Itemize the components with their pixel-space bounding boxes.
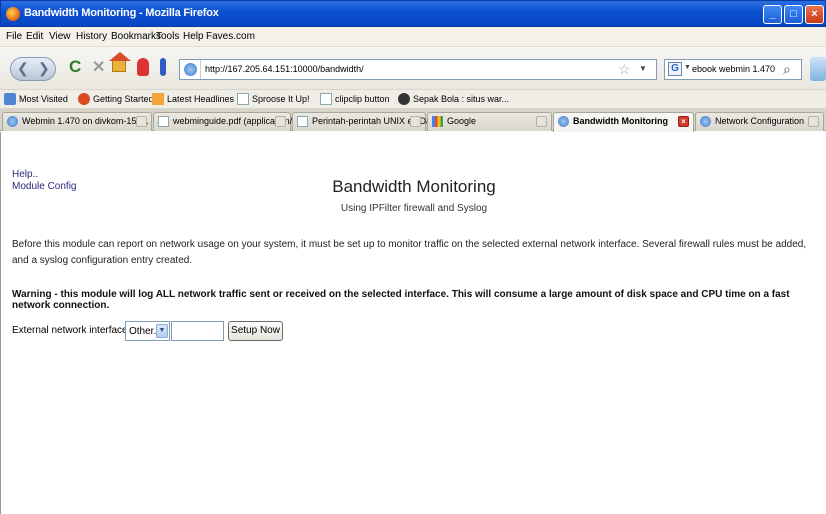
- tab-webmin[interactable]: Webmin 1.470 on divkom-151...: [2, 112, 152, 131]
- menu-view[interactable]: View: [49, 31, 71, 42]
- window-title: Bandwidth Monitoring - Mozilla Firefox: [24, 7, 219, 19]
- bookmark-star-icon[interactable]: ☆: [618, 61, 631, 78]
- tab-close-icon[interactable]: [410, 116, 421, 127]
- tab-close-icon[interactable]: [136, 116, 147, 127]
- google-icon: [432, 116, 443, 127]
- close-button[interactable]: ×: [805, 5, 824, 24]
- menu-bookmarks[interactable]: Bookmarks: [111, 31, 161, 42]
- webmin-icon: [7, 116, 18, 127]
- page-title: Bandwidth Monitoring: [332, 177, 496, 196]
- bookmarks-toolbar: Most Visited Getting Started Latest Head…: [0, 89, 826, 109]
- page-subtitle: Using IPFilter firewall and Syslog: [340, 203, 488, 214]
- page-icon: [237, 93, 249, 105]
- page-icon: [297, 116, 308, 127]
- bookmarks-folder-icon: [4, 93, 16, 105]
- navigation-toolbar: ❮ ❯ C ✕ http://167.205.64.151:10000/band…: [0, 47, 826, 89]
- reload-icon[interactable]: C: [69, 57, 81, 77]
- firefox-bookmark-icon: [78, 93, 90, 105]
- webmin-icon: [558, 116, 569, 127]
- menu-file[interactable]: File: [6, 31, 22, 42]
- menu-history[interactable]: History: [76, 31, 107, 42]
- warning-text: Warning - this module will log ALL netwo…: [12, 289, 790, 311]
- search-bar[interactable]: G ▼ ebook webmin 1.470: [664, 59, 802, 80]
- tab-close-icon[interactable]: [536, 116, 547, 127]
- search-query[interactable]: ebook webmin 1.470: [692, 64, 775, 74]
- tab-close-icon[interactable]: ×: [678, 116, 689, 127]
- interface-select-value: Other..: [129, 326, 160, 337]
- tab-label: Network Configuration: [715, 116, 805, 126]
- tab-label: Bandwidth Monitoring: [573, 116, 668, 126]
- module-description: Before this module can report on network…: [12, 239, 807, 266]
- tab-close-icon[interactable]: [275, 116, 286, 127]
- interface-text-input[interactable]: [171, 321, 224, 341]
- page-icon: [320, 93, 332, 105]
- tab-close-icon[interactable]: [808, 116, 819, 127]
- interface-select[interactable]: Other.. ▼: [125, 321, 170, 341]
- extension-icon[interactable]: [137, 58, 149, 76]
- tab-network-configuration[interactable]: Network Configuration: [695, 112, 824, 131]
- bookmark-most-visited[interactable]: Most Visited: [19, 94, 68, 104]
- url-text[interactable]: http://167.205.64.151:10000/bandwidth/: [205, 64, 364, 74]
- window-titlebar: Bandwidth Monitoring - Mozilla Firefox _…: [0, 0, 826, 27]
- tab-label: Webmin 1.470 on divkom-151...: [22, 116, 149, 126]
- soccer-ball-icon: [398, 93, 410, 105]
- menu-edit[interactable]: Edit: [26, 31, 43, 42]
- tab-perintah[interactable]: Perintah-perintah UNIX es Dasar: [292, 112, 444, 131]
- toolbar-extension-icon[interactable]: [810, 57, 826, 81]
- search-icon[interactable]: ⌕: [783, 61, 791, 78]
- menu-faves[interactable]: Faves.com: [206, 31, 255, 42]
- tab-label: Google: [447, 116, 477, 126]
- tab-webminguide[interactable]: webminguide.pdf (application/...: [153, 112, 300, 131]
- minimize-button[interactable]: _: [763, 5, 782, 24]
- bookmark-sproose[interactable]: Sproose It Up!: [252, 94, 310, 104]
- extension-icon[interactable]: [160, 58, 166, 76]
- rss-feed-icon: [152, 93, 164, 105]
- google-search-engine-icon[interactable]: G: [668, 62, 682, 76]
- forward-icon[interactable]: ❯: [38, 60, 50, 77]
- tab-strip: Webmin 1.470 on divkom-151... webminguid…: [0, 109, 826, 132]
- chevron-down-icon[interactable]: ▼: [156, 324, 168, 338]
- bookmark-latest-headlines[interactable]: Latest Headlines: [167, 94, 234, 104]
- stop-icon[interactable]: ✕: [92, 57, 105, 77]
- menu-help[interactable]: Help: [183, 31, 204, 42]
- url-bar[interactable]: http://167.205.64.151:10000/bandwidth/ ☆…: [179, 59, 657, 80]
- bookmark-clipclip[interactable]: clipclip button: [335, 94, 390, 104]
- setup-now-button[interactable]: Setup Now: [228, 321, 283, 341]
- page-content: Help.. Module Config Bandwidth Monitorin…: [0, 132, 826, 514]
- maximize-button[interactable]: □: [784, 5, 803, 24]
- tab-label: Perintah-perintah UNIX es Dasar: [312, 116, 444, 126]
- site-favicon-icon: [184, 63, 197, 76]
- tab-bandwidth-monitoring[interactable]: Bandwidth Monitoring ×: [553, 112, 694, 132]
- search-engine-dropdown-icon[interactable]: ▼: [684, 64, 691, 71]
- bookmark-getting-started[interactable]: Getting Started: [93, 94, 154, 104]
- page-icon: [158, 116, 169, 127]
- back-forward-group: ❮ ❯: [10, 57, 56, 81]
- interface-label: External network interface: [12, 325, 128, 336]
- firefox-icon: [6, 7, 20, 21]
- webmin-icon: [700, 116, 711, 127]
- url-dropdown-icon[interactable]: ▼: [639, 64, 647, 73]
- bookmark-sepak-bola[interactable]: Sepak Bola : situs war...: [413, 94, 509, 104]
- home-icon[interactable]: [109, 52, 131, 72]
- menu-bar: File Edit View History Bookmarks Tools H…: [0, 27, 826, 47]
- tab-google[interactable]: Google: [427, 112, 552, 131]
- back-icon[interactable]: ❮: [17, 60, 29, 77]
- menu-tools[interactable]: Tools: [156, 31, 179, 42]
